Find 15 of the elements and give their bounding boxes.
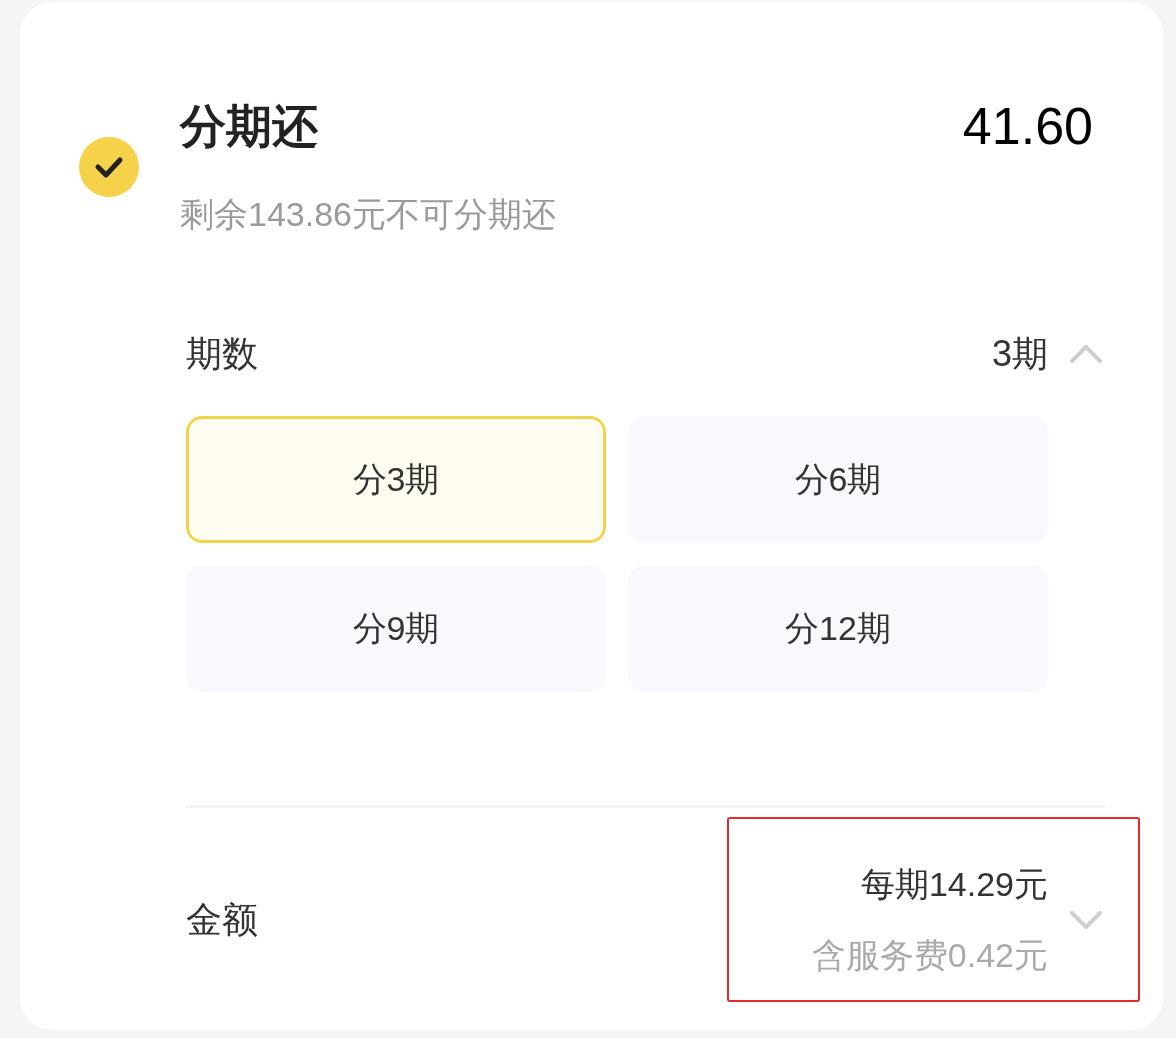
chevron-down-icon[interactable] (1070, 910, 1102, 929)
installment-option[interactable]: 分6期 (628, 416, 1048, 543)
amount-label: 金额 (186, 897, 258, 942)
installment-option[interactable]: 分12期 (628, 565, 1048, 692)
option-note: 剩余143.86元不可分期还 (180, 194, 556, 235)
option-title: 分期还 (180, 99, 318, 154)
check-icon[interactable] (79, 137, 139, 197)
installments-value: 3期 (991, 332, 1048, 376)
per-period-amount: 每期14.29元 (860, 864, 1048, 905)
installment-option[interactable]: 分3期 (186, 416, 606, 543)
installments-label: 期数 (186, 332, 258, 376)
total-amount: 41.60 (962, 98, 1093, 154)
chevron-up-icon[interactable] (1070, 345, 1102, 363)
service-fee: 含服务费0.42元 (811, 935, 1048, 976)
installment-option[interactable]: 分9期 (186, 565, 606, 692)
